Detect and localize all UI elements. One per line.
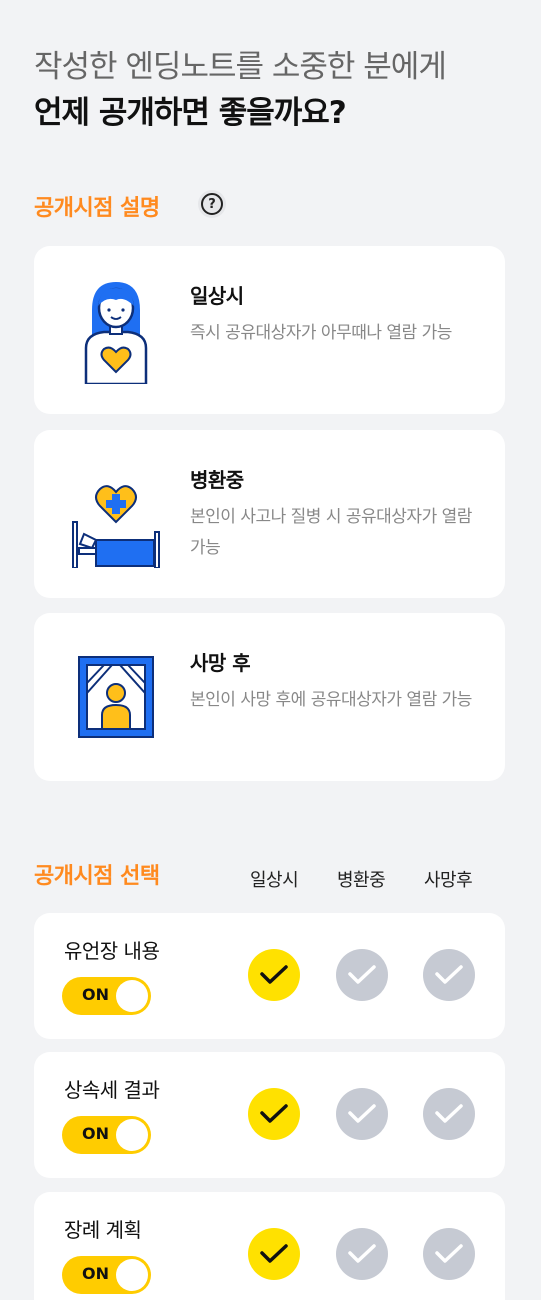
check-sick-button[interactable] <box>336 1228 388 1280</box>
on-toggle[interactable]: ON <box>62 1256 151 1294</box>
check-icon <box>348 965 376 984</box>
check-daily-button[interactable] <box>248 949 300 1001</box>
toggle-label: ON <box>82 985 109 1004</box>
explain-card-text: 본인이 사망 후에 공유대상자가 열람 가능 <box>190 690 472 710</box>
toggle-label: ON <box>82 1264 109 1283</box>
toggle-knob <box>116 1259 148 1291</box>
check-icon <box>260 1244 288 1263</box>
check-after-death-button[interactable] <box>423 1228 475 1280</box>
memorial-frame-icon <box>74 643 158 751</box>
toggle-knob <box>116 980 148 1012</box>
check-after-death-button[interactable] <box>423 1088 475 1140</box>
toggle-label: ON <box>82 1124 109 1143</box>
select-row-funeral-plan: 장례 계획 ON <box>34 1192 505 1300</box>
row-label: 장례 계획 <box>64 1218 142 1242</box>
check-icon <box>348 1244 376 1263</box>
headline-line-2: 언제 공개하면 좋을까요? <box>34 95 347 131</box>
check-icon <box>435 965 463 984</box>
hospital-bed-icon <box>70 460 162 569</box>
select-section-title: 공개시점 선택 <box>34 864 160 889</box>
check-sick-button[interactable] <box>336 949 388 1001</box>
explain-card-daily: 일상시 즉시 공유대상자가 아무때나 열람 가능 <box>34 246 505 414</box>
check-daily-button[interactable] <box>248 1088 300 1140</box>
explain-card-title: 일상시 <box>190 284 244 308</box>
explain-card-text: 즉시 공유대상자가 아무때나 열람 가능 <box>190 323 452 343</box>
check-icon <box>260 1104 288 1123</box>
help-button[interactable]: ? <box>198 190 226 218</box>
check-sick-button[interactable] <box>336 1088 388 1140</box>
check-icon <box>260 965 288 984</box>
on-toggle[interactable]: ON <box>62 1116 151 1154</box>
select-row-will: 유언장 내용 ON <box>34 913 505 1039</box>
explain-card-after-death: 사망 후 본인이 사망 후에 공유대상자가 열람 가능 <box>34 613 505 781</box>
page-headline: 작성한 엔딩노트를 소중한 분에게 언제 공개하면 좋을까요? <box>34 44 447 136</box>
explain-card-title: 병환중 <box>190 468 244 492</box>
headline-line-1: 작성한 엔딩노트를 소중한 분에게 <box>34 49 447 85</box>
question-icon: ? <box>201 193 223 215</box>
column-header-daily: 일상시 <box>250 870 299 891</box>
check-after-death-button[interactable] <box>423 949 475 1001</box>
explain-card-text: 본인이 사고나 질병 시 공유대상자가 열람 가능 <box>190 507 472 558</box>
check-icon <box>435 1104 463 1123</box>
check-icon <box>435 1244 463 1263</box>
person-heart-icon <box>74 276 158 386</box>
explain-card-sick: 병환중 본인이 사고나 질병 시 공유대상자가 열람 가능 <box>34 430 505 598</box>
check-daily-button[interactable] <box>248 1228 300 1280</box>
check-icon <box>348 1104 376 1123</box>
explain-card-title: 사망 후 <box>190 651 251 675</box>
explain-section-title: 공개시점 설명 <box>34 196 160 221</box>
row-label: 상속세 결과 <box>64 1078 160 1102</box>
row-label: 유언장 내용 <box>64 939 160 963</box>
column-header-sick: 병환중 <box>337 870 386 891</box>
toggle-knob <box>116 1119 148 1151</box>
select-row-inheritance-tax: 상속세 결과 ON <box>34 1052 505 1178</box>
on-toggle[interactable]: ON <box>62 977 151 1015</box>
column-header-after-death: 사망후 <box>424 870 473 891</box>
